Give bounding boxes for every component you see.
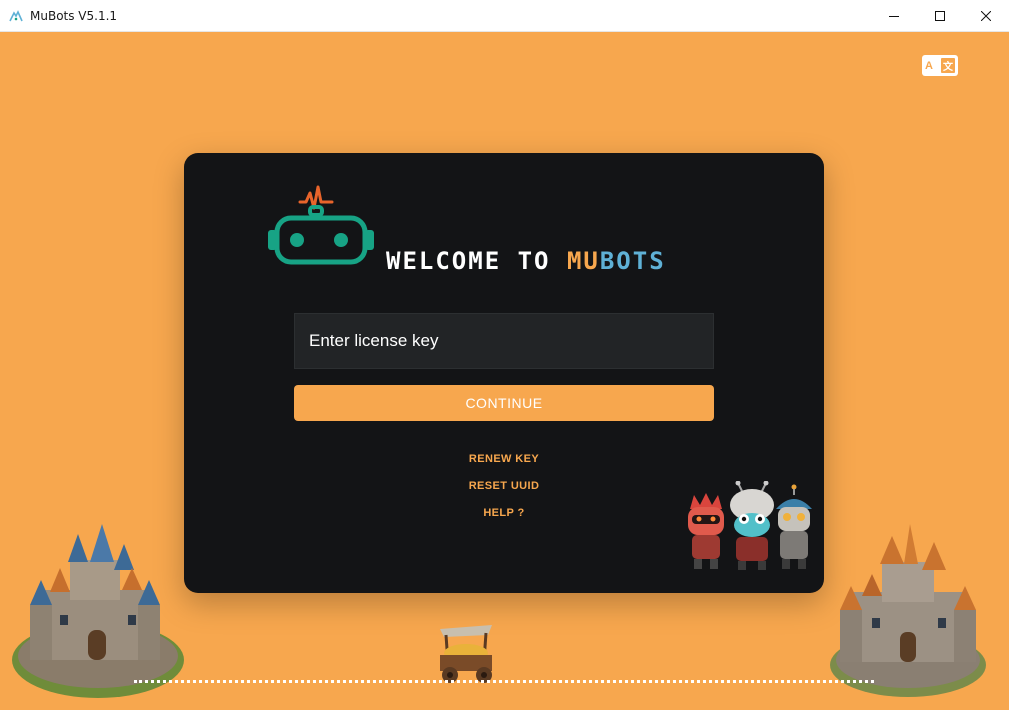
language-english-label: A [925,59,933,72]
brand-mu: MU [566,247,600,275]
window-title: MuBots V5.1.1 [30,8,118,23]
license-key-input[interactable] [294,313,714,369]
welcome-banner: WELCOME TO MUBOTS [266,175,746,275]
title-bar: MuBots V5.1.1 [0,0,1009,32]
castle-left-image [12,524,184,698]
treasure-cart-image [440,625,492,683]
license-card: WELCOME TO MUBOTS CONTINUE RENEW KEY RES… [184,153,824,593]
robot-logo-icon [268,185,374,265]
minimize-button[interactable] [871,0,917,32]
close-icon [981,11,991,21]
minimize-icon [889,16,899,17]
brand-bots: BOTS [599,247,666,275]
window-controls [871,0,1009,32]
maximize-button[interactable] [917,0,963,32]
maximize-icon [935,11,945,21]
castle-right-image [830,524,986,697]
language-toggle-button[interactable]: A 文 [922,55,958,76]
welcome-title: WELCOME TO MUBOTS [386,247,666,275]
welcome-prefix: WELCOME TO [386,247,567,275]
renew-key-link[interactable]: RENEW KEY [184,453,824,466]
dotted-path-divider [134,680,874,683]
close-button[interactable] [963,0,1009,32]
robot-mascots-image [688,481,812,570]
language-chinese-label: 文 [941,58,955,73]
app-logo-icon [8,8,24,24]
continue-button[interactable]: CONTINUE [294,385,714,421]
